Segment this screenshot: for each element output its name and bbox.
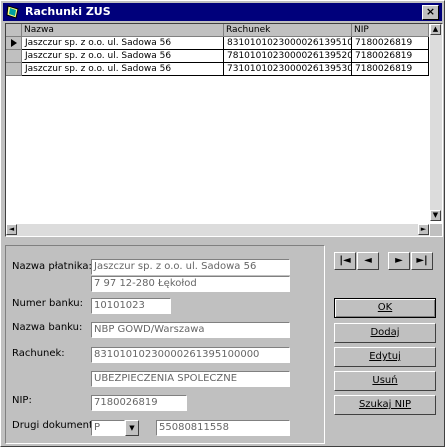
drugi-dokument-type-select[interactable]: P <box>91 420 125 436</box>
current-row-arrow-icon <box>11 39 17 47</box>
row-indicator[interactable] <box>6 37 22 50</box>
column-header-rachunek[interactable]: Rachunek <box>224 24 352 37</box>
window-title: Rachunki ZUS <box>25 5 111 18</box>
chevron-down-icon[interactable]: ▼ <box>125 420 139 436</box>
row-indicator[interactable] <box>6 50 22 63</box>
row-indicator[interactable] <box>6 63 22 76</box>
grid-header-indicator <box>6 24 22 37</box>
nav-prev-button[interactable]: ◄ <box>357 252 379 270</box>
nazwa-platnika-label: Nazwa płatnika: <box>12 261 92 272</box>
drugi-dokument-number-field[interactable]: 55080811558 <box>156 420 290 436</box>
cell-nip[interactable]: 7180026819 <box>352 63 429 76</box>
nazwa-banku-label: Nazwa banku: <box>12 322 83 333</box>
cell-rachunek[interactable]: 8310101023000026139510 <box>224 37 352 50</box>
accounts-grid[interactable]: Nazwa Rachunek NIP Jaszczur sp. z o.o. u… <box>5 23 443 237</box>
nav-first-button[interactable]: |◄ <box>334 252 356 270</box>
cell-rachunek[interactable]: 7810101023000026139520 <box>224 50 352 63</box>
cell-nip[interactable]: 7180026819 <box>352 50 429 63</box>
rachunek-label: Rachunek: <box>12 348 65 359</box>
search-nip-button[interactable]: Szukaj NIP <box>334 395 436 415</box>
rachunek-opis-field[interactable]: UBEZPIECZENIA SPOLECZNE <box>91 371 290 387</box>
nip-field[interactable]: 7180026819 <box>91 395 187 411</box>
scroll-up-icon[interactable]: ▲ <box>430 24 441 35</box>
vertical-scrollbar[interactable]: ▲ ▼ <box>430 24 442 221</box>
close-button[interactable]: × <box>422 5 439 20</box>
cell-nip[interactable]: 7180026819 <box>352 37 429 50</box>
cell-nazwa[interactable]: Jaszczur sp. z o.o. ul. Sadowa 56 <box>22 50 224 63</box>
title-bar[interactable]: Rachunki ZUS × <box>3 3 442 21</box>
column-header-nazwa[interactable]: Nazwa <box>22 24 224 37</box>
drugi-dokument-label: Drugi dokument: <box>12 420 97 431</box>
nip-label: NIP: <box>12 395 32 406</box>
cell-rachunek[interactable]: 7310101023000026139530 <box>224 63 352 76</box>
scroll-left-icon[interactable]: ◄ <box>6 224 17 235</box>
nav-next-button[interactable]: ► <box>388 252 410 270</box>
nazwa-platnika-field-1[interactable]: Jaszczur sp. z o.o. ul. Sadowa 56 <box>91 259 290 275</box>
app-icon <box>6 5 19 19</box>
add-button[interactable]: Dodaj <box>334 323 436 343</box>
scroll-right-icon[interactable]: ► <box>418 224 429 235</box>
delete-button[interactable]: Usuń <box>334 371 436 391</box>
scroll-corner <box>430 224 442 236</box>
numer-banku-field[interactable]: 10101023 <box>91 298 171 314</box>
nazwa-platnika-field-2[interactable]: 7 97 12-280 Łękołod <box>91 276 290 292</box>
cell-nazwa[interactable]: Jaszczur sp. z o.o. ul. Sadowa 56 <box>22 63 224 76</box>
main-window: Rachunki ZUS × Nazwa Rachunek NIP Jaszcz… <box>0 0 445 447</box>
cell-nazwa[interactable]: Jaszczur sp. z o.o. ul. Sadowa 56 <box>22 37 224 50</box>
nav-last-button[interactable]: ►| <box>411 252 433 270</box>
edit-button[interactable]: Edytuj <box>334 347 436 367</box>
scroll-down-icon[interactable]: ▼ <box>430 210 441 221</box>
numer-banku-label: Numer banku: <box>12 298 84 309</box>
rachunek-field[interactable]: 83101010230000261395100000 <box>91 347 290 363</box>
column-header-nip[interactable]: NIP <box>352 24 429 37</box>
horizontal-scrollbar[interactable]: ◄ ► <box>6 224 429 236</box>
ok-button[interactable]: OK <box>334 298 436 318</box>
nazwa-banku-field[interactable]: NBP GOWD/Warszawa <box>91 322 290 338</box>
